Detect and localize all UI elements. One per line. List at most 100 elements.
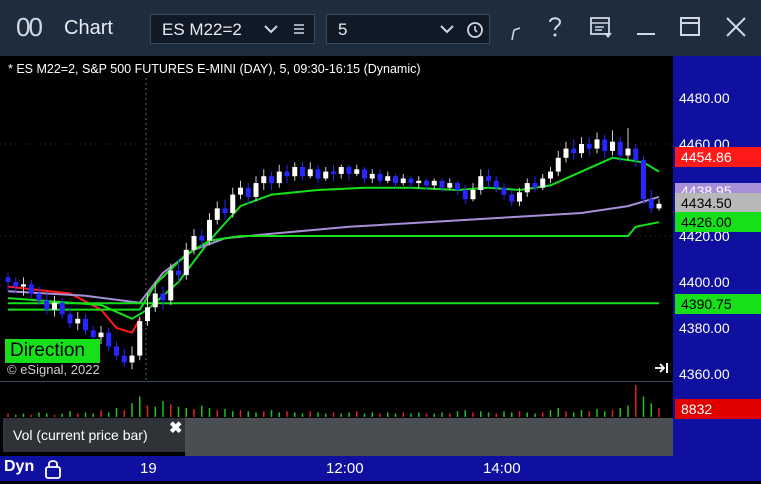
volume-bar <box>549 410 552 417</box>
candle-body <box>586 144 592 149</box>
volume-bar <box>301 413 304 417</box>
candle-body <box>106 332 112 347</box>
candle-body <box>245 187 251 197</box>
candle-body <box>501 187 507 195</box>
volume-bar <box>38 412 40 417</box>
candle-body <box>408 178 414 184</box>
symbol-selector[interactable]: ES M22=2 <box>150 14 315 44</box>
volume-bar <box>30 414 32 417</box>
candle-body <box>114 346 119 356</box>
dynamic-mode-label[interactable]: Dyn <box>4 458 34 476</box>
candle-body <box>121 355 127 363</box>
candle-body <box>625 148 631 156</box>
volume-bar <box>7 413 9 417</box>
pen-icon[interactable] <box>508 22 524 48</box>
volume-bar <box>15 414 17 417</box>
volume-bar <box>201 405 203 417</box>
volume-bar <box>146 405 149 417</box>
candle-body <box>486 176 491 181</box>
volume-chart <box>7 385 660 417</box>
volume-bar <box>487 412 490 417</box>
time-tick-19: 19 <box>140 460 157 477</box>
candle-body <box>393 176 398 184</box>
indicator-line-2 <box>7 195 660 304</box>
chevron-down-icon[interactable] <box>439 21 455 40</box>
volume-bar <box>433 413 435 417</box>
green-lower-tag: 4390.75 <box>675 294 761 314</box>
candle-body <box>517 192 522 202</box>
close-study-icon[interactable]: ✖ <box>169 418 182 438</box>
volume-bar <box>627 405 629 417</box>
close-icon[interactable] <box>724 14 748 46</box>
candle-body <box>137 321 143 356</box>
volume-bar <box>162 401 164 417</box>
volume-bar <box>247 411 249 417</box>
template-icon[interactable] <box>588 14 614 46</box>
volume-bar <box>53 414 56 417</box>
interval-selector[interactable]: 5 <box>326 14 490 44</box>
jump-to-end-icon[interactable] <box>654 361 670 378</box>
candle-body <box>610 141 615 151</box>
time-axis-bar[interactable]: Dyn 19 12:00 14:00 <box>0 456 761 481</box>
volume-bar <box>456 411 459 417</box>
volume-bar <box>177 406 180 417</box>
candle-body <box>555 157 561 172</box>
volume-bar <box>286 411 288 417</box>
price-axis[interactable] <box>673 56 761 456</box>
volume-bar <box>650 403 652 417</box>
candle-body <box>400 178 406 184</box>
candle-body <box>362 169 367 179</box>
help-icon[interactable] <box>544 14 566 46</box>
candle-body <box>284 171 290 177</box>
candle-body <box>385 176 391 181</box>
window-titlebar: 00 Chart ES M22=2 5 <box>0 0 761 56</box>
volume-bar <box>139 396 141 417</box>
candle-body <box>346 167 352 174</box>
candle-body <box>75 318 81 324</box>
candle-body <box>230 194 236 213</box>
candle-body <box>462 190 468 200</box>
candle-body <box>176 270 181 276</box>
candle-body <box>199 236 205 241</box>
candle-body <box>602 139 608 151</box>
price-chart[interactable] <box>0 56 673 381</box>
volume-bar <box>61 413 63 417</box>
volume-bar <box>278 412 280 417</box>
list-icon[interactable] <box>291 21 307 40</box>
minimize-icon[interactable] <box>634 14 658 46</box>
volume-bar <box>123 410 125 417</box>
last-price-tag: 4454.86 <box>675 147 761 167</box>
volume-study-label[interactable]: Vol (current price bar) <box>3 418 185 452</box>
candle-body <box>540 178 546 188</box>
volume-bar <box>418 412 420 417</box>
candle-body <box>21 284 26 287</box>
indicator-line-1 <box>7 156 660 320</box>
volume-bar <box>332 412 335 417</box>
volume-bar <box>224 409 226 417</box>
candle-body <box>191 236 197 250</box>
candle-body <box>238 187 243 195</box>
maximize-icon[interactable] <box>678 14 702 46</box>
candle-body <box>509 194 515 202</box>
volume-bar <box>46 413 48 417</box>
volume-bar <box>131 403 133 417</box>
indicator-line-3 <box>8 221 660 311</box>
volume-bar <box>170 404 172 417</box>
candle-body <box>323 171 329 179</box>
chevron-down-icon[interactable] <box>263 21 279 40</box>
candle-body <box>377 173 383 181</box>
candle-body <box>524 183 530 193</box>
green-upper-tag: 4426.00 <box>675 212 761 232</box>
candle-body <box>478 176 484 190</box>
candle-body <box>152 293 158 308</box>
candle-body <box>13 282 19 287</box>
candle-body <box>5 277 11 282</box>
lock-icon[interactable] <box>43 458 63 484</box>
clock-icon[interactable] <box>466 21 484 42</box>
volume-tag: 8832 <box>675 399 761 419</box>
candle-body <box>52 302 57 310</box>
candle-body <box>59 302 65 315</box>
candle-body <box>617 141 623 156</box>
volume-bar <box>208 407 211 417</box>
candle-body <box>168 270 174 301</box>
